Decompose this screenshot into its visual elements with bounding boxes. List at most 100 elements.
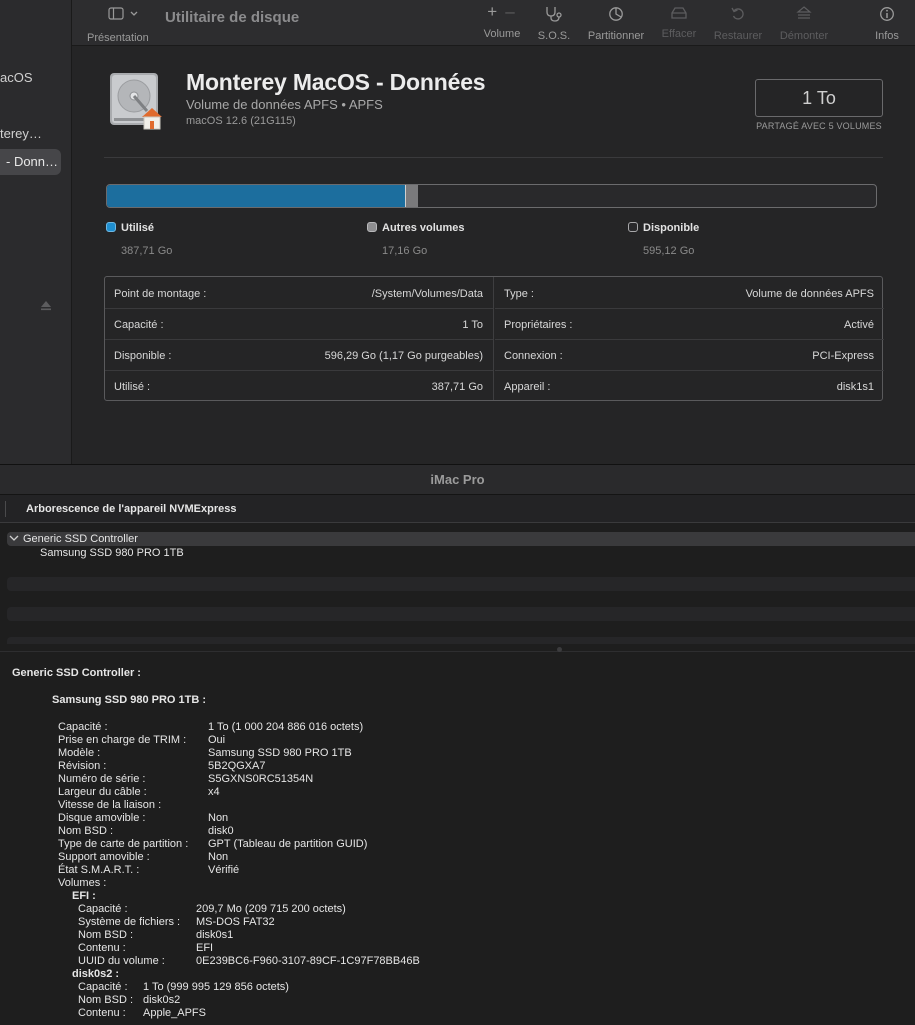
prop-value: 0E239BC6-F960-3107-89CF-1C97F78BB46B bbox=[196, 955, 420, 967]
info-column-left: Point de montage : /System/Volumes/Data … bbox=[105, 277, 494, 400]
info-row-available: Disponible : 596,29 Go (1,17 Go purgeabl… bbox=[105, 339, 493, 370]
disk0s2-heading: disk0s2 : bbox=[72, 968, 120, 980]
prop-value: disk0 bbox=[208, 825, 234, 837]
prop-value: 5B2QGXA7 bbox=[208, 760, 266, 772]
info-row-used: Utilisé : 387,71 Go bbox=[105, 370, 493, 401]
usage-used-segment bbox=[107, 185, 405, 207]
prop-key: Type de carte de partition : bbox=[58, 838, 189, 850]
tree-item-label: Generic SSD Controller bbox=[23, 533, 138, 545]
prop-key: Contenu : bbox=[78, 942, 126, 954]
info-value: Activé bbox=[844, 319, 874, 331]
splitter-handle[interactable] bbox=[557, 647, 562, 652]
prop-key: Largeur du câble : bbox=[58, 786, 147, 798]
info-key: Disponible : bbox=[114, 350, 172, 362]
prop-value: S5GXNS0RC51354N bbox=[208, 773, 314, 785]
unmount-button[interactable]: Démonter bbox=[773, 0, 835, 46]
legend-other-volumes: Autres volumes 17,16 Go bbox=[367, 218, 465, 257]
info-value: /System/Volumes/Data bbox=[371, 288, 483, 300]
volume-button[interactable]: +– Volume bbox=[477, 0, 527, 46]
info-key: Utilisé : bbox=[114, 381, 151, 393]
add-volume-icon[interactable]: + bbox=[487, 2, 505, 21]
tree-column-header[interactable]: Arborescence de l'appareil NVMExpress bbox=[0, 495, 915, 523]
info-label: Infos bbox=[875, 30, 899, 42]
prop-value: disk0s2 bbox=[143, 994, 181, 1006]
first-aid-button[interactable]: S.O.S. bbox=[534, 0, 574, 46]
prop-value: 1 To (999 995 129 856 octets) bbox=[143, 981, 289, 993]
window-title: iMac Pro bbox=[0, 465, 915, 495]
volume-name: Monterey MacOS - Données bbox=[186, 69, 486, 95]
eject-icon[interactable] bbox=[40, 298, 52, 311]
legend-value-available: 595,12 Go bbox=[643, 245, 695, 257]
split-divider[interactable] bbox=[0, 651, 915, 652]
legend-value-used: 387,71 Go bbox=[121, 245, 173, 257]
partition-button[interactable]: Partitionner bbox=[581, 0, 651, 46]
info-row-connection: Connexion : PCI-Express bbox=[495, 339, 884, 370]
first-aid-label: S.O.S. bbox=[537, 30, 571, 42]
legend-swatch-used bbox=[106, 222, 116, 232]
info-value: PCI-Express bbox=[812, 350, 874, 362]
info-key: Type : bbox=[504, 288, 534, 300]
presentation-label: Présentation bbox=[87, 32, 149, 44]
prop-key: Nom BSD : bbox=[78, 994, 134, 1006]
sidebar-item-macos[interactable]: acOS bbox=[0, 65, 33, 91]
usage-bar bbox=[106, 184, 877, 208]
restore-label: Restaurer bbox=[713, 30, 763, 42]
column-divider bbox=[5, 501, 6, 517]
sidebar-item-label: - Donn… bbox=[6, 154, 59, 169]
info-row-owners: Propriétaires : Activé bbox=[495, 308, 884, 339]
tree-item-controller[interactable]: Generic SSD Controller bbox=[7, 532, 915, 546]
restore-icon bbox=[710, 6, 766, 22]
sidebar-item-label: terey… bbox=[0, 126, 42, 141]
prop-value: Non bbox=[208, 812, 229, 824]
legend-label-used: Utilisé bbox=[121, 222, 155, 234]
erase-button[interactable]: Effacer bbox=[657, 0, 701, 46]
volume-info-table: Point de montage : /System/Volumes/Data … bbox=[104, 276, 884, 401]
volume-os-version: macOS 12.6 (21G115) bbox=[186, 115, 296, 127]
info-value: 596,29 Go (1,17 Go purgeables) bbox=[324, 350, 483, 362]
toolbar: Présentation Utilitaire de disque +– Vol… bbox=[72, 0, 915, 46]
unmount-label: Démonter bbox=[779, 30, 829, 42]
legend-used: Utilisé 387,71 Go bbox=[106, 218, 172, 257]
volumes-label: Volumes : bbox=[58, 877, 107, 889]
sidebar-item-label: acOS bbox=[0, 70, 33, 85]
efi-heading: EFI : bbox=[72, 890, 96, 902]
empty-row bbox=[7, 607, 915, 621]
remove-volume-icon[interactable]: – bbox=[505, 2, 522, 21]
info-key: Propriétaires : bbox=[504, 319, 573, 331]
shared-volumes-label: PARTAGÉ AVEC 5 VOLUMES bbox=[756, 121, 882, 131]
prop-key: Numéro de série : bbox=[58, 773, 146, 785]
sidebar-item-monterey[interactable]: terey… bbox=[0, 121, 42, 147]
prop-value: disk0s1 bbox=[196, 929, 234, 941]
tree-item-ssd[interactable]: Samsung SSD 980 PRO 1TB bbox=[7, 546, 915, 560]
info-row-capacity: Capacité : 1 To bbox=[105, 308, 493, 339]
prop-value: Oui bbox=[208, 734, 226, 746]
info-column-right: Type : Volume de données APFS Propriétai… bbox=[495, 277, 884, 400]
prop-key: UUID du volume : bbox=[78, 955, 165, 967]
tree-item-label: Samsung SSD 980 PRO 1TB bbox=[40, 547, 184, 559]
sidebar-item-donnees[interactable]: - Donn… bbox=[0, 149, 61, 175]
info-value: 387,71 Go bbox=[431, 381, 483, 393]
prop-key: Capacité : bbox=[58, 721, 108, 733]
prop-key: Capacité : bbox=[78, 981, 128, 993]
prop-key: Contenu : bbox=[78, 1007, 126, 1019]
prop-value: Samsung SSD 980 PRO 1TB bbox=[208, 747, 352, 759]
pie-chart-icon bbox=[581, 6, 651, 22]
device-heading: Samsung SSD 980 PRO 1TB : bbox=[52, 694, 207, 706]
restore-button[interactable]: Restaurer bbox=[710, 0, 766, 46]
prop-key: Nom BSD : bbox=[78, 929, 134, 941]
controller-heading: Generic SSD Controller : bbox=[12, 667, 141, 679]
legend-value-other: 17,16 Go bbox=[382, 245, 428, 257]
info-key: Connexion : bbox=[504, 350, 563, 362]
info-row-type: Type : Volume de données APFS bbox=[495, 277, 884, 308]
info-button[interactable]: Infos bbox=[867, 0, 907, 46]
legend-label-available: Disponible bbox=[643, 222, 700, 234]
info-key: Capacité : bbox=[114, 319, 164, 331]
empty-row bbox=[7, 577, 915, 591]
sidebar: acOS terey… - Donn… bbox=[0, 0, 72, 464]
legend-swatch-other bbox=[367, 222, 377, 232]
prop-value: Non bbox=[208, 851, 229, 863]
prop-key: Capacité : bbox=[78, 903, 128, 915]
volume-size-box: 1 To bbox=[755, 79, 883, 117]
chevron-down-icon[interactable] bbox=[9, 532, 21, 546]
prop-value: 1 To (1 000 204 886 016 octets) bbox=[208, 721, 364, 733]
